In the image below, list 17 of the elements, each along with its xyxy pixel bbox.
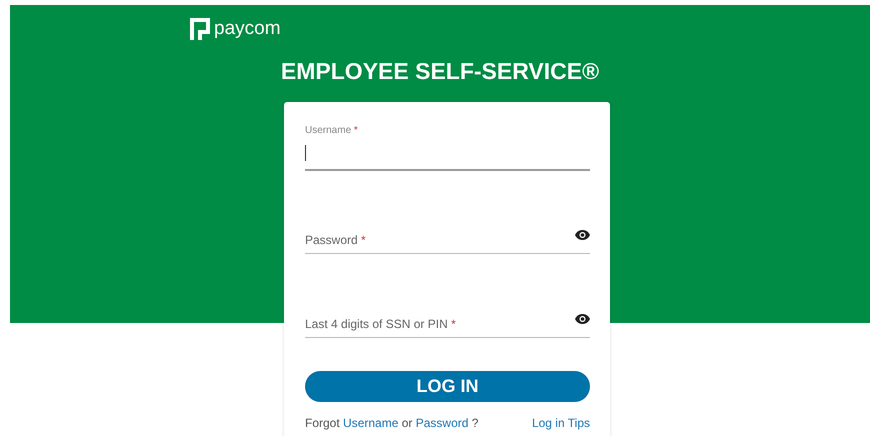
field-label: Password *	[305, 233, 366, 247]
forgot-text: Forgot Username or Password ?	[305, 416, 478, 430]
field-label: Username *	[305, 124, 358, 138]
eye-icon[interactable]	[575, 314, 590, 324]
forgot-link[interactable]: Password	[416, 416, 468, 430]
login-tips-link[interactable]: Log in Tips	[532, 416, 590, 430]
text-cursor	[305, 145, 306, 161]
input-field[interactable]: Username *	[305, 124, 590, 171]
forgot-link[interactable]: Username	[343, 416, 398, 430]
logo-text: paycom	[214, 17, 281, 41]
eye-icon[interactable]	[575, 230, 590, 240]
login-button[interactable]: LOG IN	[305, 371, 590, 402]
logo-icon	[190, 18, 210, 40]
field-label: Last 4 digits of SSN or PIN *	[305, 317, 456, 331]
page-title: EMPLOYEE SELF-SERVICE®	[280, 57, 600, 86]
input-field[interactable]: Last 4 digits of SSN or PIN *	[305, 311, 590, 338]
input-field[interactable]: Password *	[305, 227, 590, 254]
